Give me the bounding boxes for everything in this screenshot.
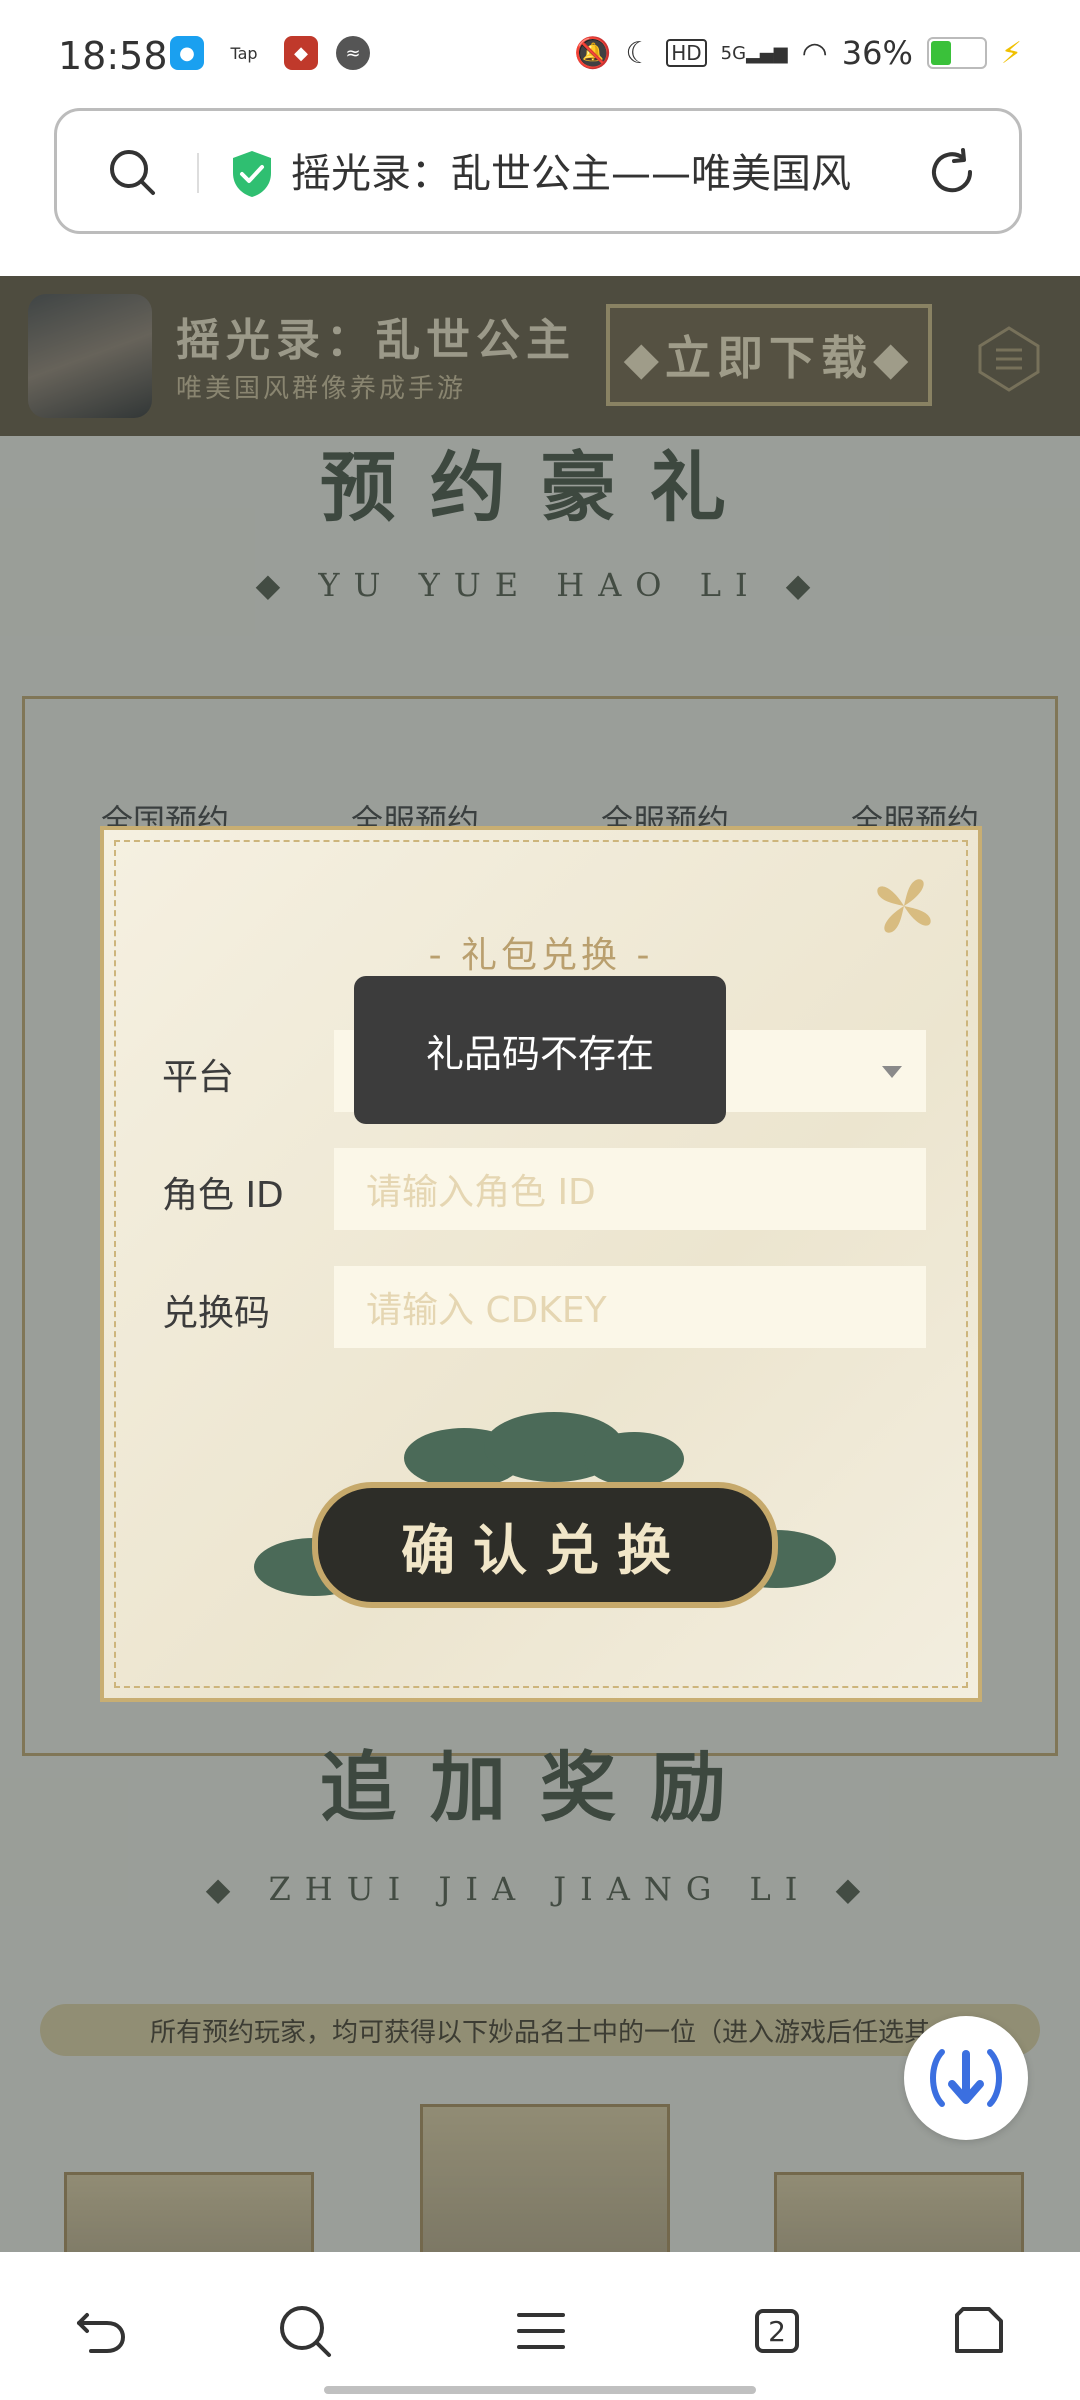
tab-count: 2	[755, 2309, 799, 2353]
moon-icon: ☾	[625, 35, 653, 71]
cdkey-label: 兑换码	[162, 1293, 271, 1334]
battery-percent: 36%	[841, 34, 913, 72]
floating-download-button[interactable]	[904, 2016, 1028, 2140]
sound-app-icon: ≈	[336, 36, 370, 70]
mute-icon: 🔕	[573, 35, 612, 71]
back-arrow-icon	[77, 2313, 126, 2353]
home-icon	[955, 2307, 1003, 2353]
reload-icon[interactable]	[925, 145, 979, 199]
menu-button[interactable]	[506, 2296, 576, 2366]
address-bar[interactable]: 摇光录：乱世公主——唯美国风	[54, 108, 1022, 234]
back-button[interactable]	[66, 2296, 136, 2366]
status-right-icons: 🔕 ☾ HD 5G▂▄▆ ◠ 36% ⚡	[574, 34, 1022, 72]
search-button[interactable]	[270, 2296, 340, 2366]
qq-icon: ●	[170, 36, 204, 70]
wifi-icon: ◠	[801, 35, 828, 71]
battery-fill	[930, 41, 952, 65]
gift-redeem-dialog: - 礼包兑换 - 平台 角色 ID 请输入角色 ID 兑换码 请输入 CDKEY…	[100, 826, 982, 1702]
battery-icon	[926, 37, 987, 69]
hd-icon: HD	[666, 39, 707, 67]
signal-5g-icon: 5G▂▄▆	[720, 42, 788, 64]
dialog-title: - 礼包兑换 -	[428, 935, 654, 976]
home-button[interactable]	[944, 2296, 1014, 2366]
cloud-decoration	[584, 1432, 684, 1486]
hamburger-icon	[517, 2313, 565, 2349]
status-bar: 18:58 ● Tap ◆ ≈ 🔕 ☾ HD 5G▂▄▆ ◠ 36% ⚡	[0, 0, 1080, 110]
toast-message: 礼品码不存在	[354, 976, 726, 1124]
cdkey-input[interactable]: 请输入 CDKEY	[334, 1266, 926, 1348]
address-divider	[197, 153, 199, 193]
status-time: 18:58	[58, 34, 168, 78]
role-id-input[interactable]: 请输入角色 ID	[334, 1148, 926, 1230]
chevron-down-icon	[882, 1066, 902, 1078]
search-icon	[280, 2306, 331, 2357]
tabs-button[interactable]: 2	[742, 2296, 812, 2366]
role-id-label: 角色 ID	[162, 1175, 284, 1216]
search-icon[interactable]	[107, 147, 159, 199]
status-notification-icons: ● Tap ◆ ≈	[170, 36, 370, 70]
home-indicator[interactable]	[324, 2386, 756, 2394]
charging-icon: ⚡	[1000, 35, 1022, 71]
game-app-icon: ◆	[284, 36, 318, 70]
download-arrow-icon	[930, 2049, 1002, 2107]
taptap-icon: Tap	[222, 36, 266, 70]
page-title-in-address[interactable]: 摇光录：乱世公主——唯美国风	[291, 141, 931, 199]
secure-shield-icon	[233, 151, 271, 197]
platform-label: 平台	[162, 1057, 235, 1098]
browser-bottom-bar: 2	[0, 2252, 1080, 2400]
confirm-redeem-button[interactable]: 确认兑换	[312, 1482, 778, 1608]
